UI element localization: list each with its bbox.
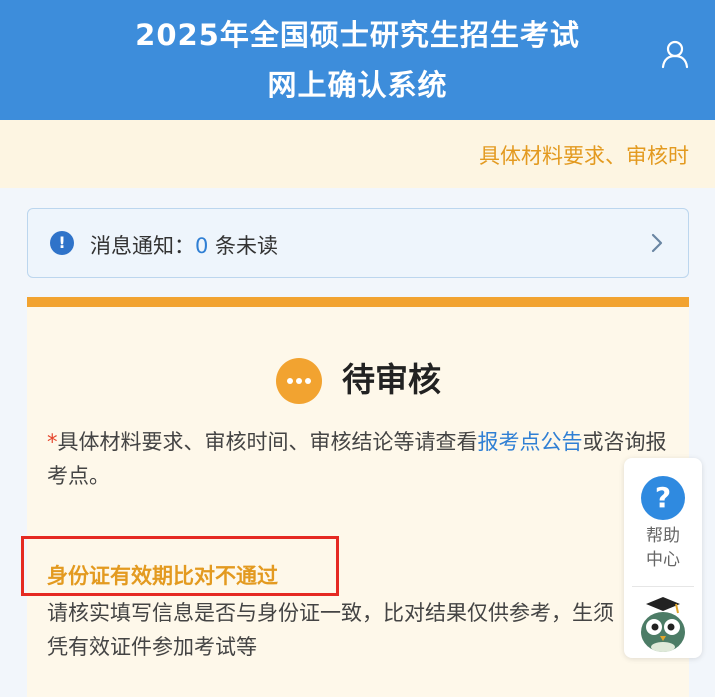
- chevron-right-icon: [651, 233, 663, 253]
- user-icon[interactable]: [658, 37, 692, 71]
- help-label-line-2: 中心: [646, 550, 680, 570]
- title-line-1: 2025年全国硕士研究生招生考试: [135, 18, 580, 52]
- question-icon: ?: [641, 476, 685, 520]
- help-divider: [632, 586, 694, 587]
- unread-count: 0: [195, 234, 209, 258]
- message-text: 消息通知：0 条未读: [90, 230, 278, 260]
- help-label-line-1: 帮助: [646, 526, 680, 546]
- status-description: *具体材料要求、审核时间、审核结论等请查看报考点公告或咨询报考点。: [47, 425, 667, 493]
- required-star: *: [47, 430, 58, 454]
- notice-strip: 具体材料要求、审核时: [0, 120, 715, 188]
- page-title: 2025年全国硕士研究生招生考试 网上确认系统: [0, 10, 715, 110]
- status-desc-text: 具体材料要求、审核时间、审核结论等请查看: [57, 430, 478, 454]
- help-widget: ? 帮助 中心: [624, 458, 702, 658]
- message-label: 消息通知：: [90, 234, 195, 258]
- help-center-button[interactable]: ? 帮助 中心: [624, 458, 702, 586]
- message-notification-card[interactable]: ! 消息通知：0 条未读: [27, 208, 689, 278]
- message-suffix: 条未读: [208, 234, 279, 258]
- more-dots-icon: [276, 358, 322, 404]
- help-label: 帮助 中心: [624, 524, 702, 572]
- info-icon: !: [50, 231, 74, 255]
- verification-description: 请核实填写信息是否与身份证一致，比对结果仅供参考，生须凭有效证件参加考试等: [47, 601, 614, 659]
- exam-site-announcement-link[interactable]: 报考点公告: [478, 430, 583, 454]
- owl-assistant-icon[interactable]: [636, 594, 690, 654]
- notice-strip-text: 具体材料要求、审核时: [479, 144, 689, 168]
- status-title: 待审核: [342, 360, 441, 399]
- app-header: 2025年全国硕士研究生招生考试 网上确认系统: [0, 0, 715, 120]
- highlight-box: [21, 536, 339, 596]
- title-line-2: 网上确认系统: [267, 68, 448, 102]
